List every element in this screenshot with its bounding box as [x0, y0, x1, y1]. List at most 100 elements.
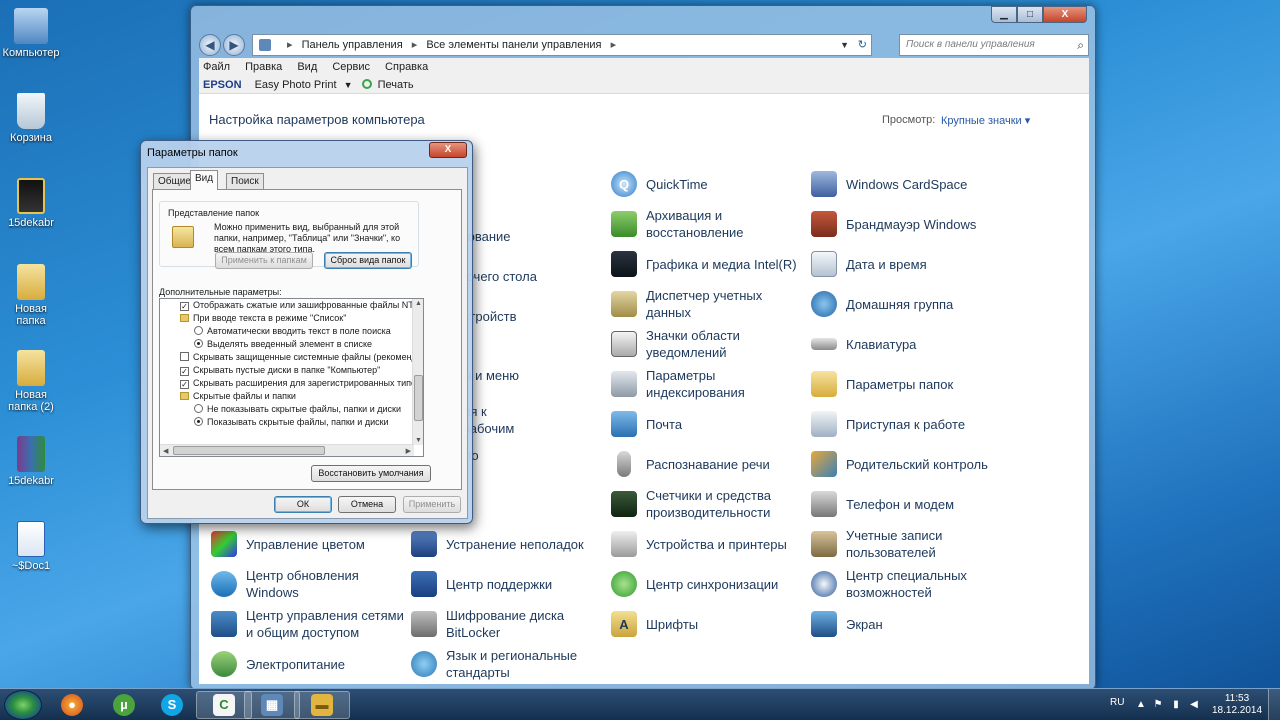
- tree-item[interactable]: ✓ Скрывать расширения для зарегистрирован…: [180, 377, 423, 390]
- cp-item-intel-graphics[interactable]: Графика и медиа Intel(R): [611, 244, 826, 284]
- tree-item[interactable]: ✓ Отображать сжатые или зашифрованные фай…: [180, 299, 423, 312]
- menu-help[interactable]: Справка: [385, 61, 428, 73]
- scroll-up-icon[interactable]: ▲: [415, 300, 422, 307]
- cp-item-mail[interactable]: Почта: [611, 404, 806, 444]
- back-button[interactable]: ◀: [199, 34, 221, 56]
- vertical-scroll-thumb[interactable]: [414, 375, 423, 421]
- cp-item-fonts[interactable]: A Шрифты: [611, 604, 806, 644]
- tray-expand-icon[interactable]: ▲: [1135, 699, 1147, 711]
- volume-icon[interactable]: ◀: [1188, 699, 1200, 711]
- clock[interactable]: 11:53 18.12.2014: [1212, 693, 1262, 717]
- cp-item-troubleshooting[interactable]: Устранение неполадок: [411, 524, 606, 564]
- cp-item-region-language[interactable]: Язык и региональные стандарты: [411, 644, 606, 684]
- desktop-icon-new-folder-2[interactable]: Новая папка (2): [0, 350, 62, 413]
- radio-button-icon[interactable]: [194, 404, 203, 413]
- desktop-icon-word-doc[interactable]: ~$Doc1: [0, 521, 62, 572]
- cp-item-network-center[interactable]: Центр управления сетями и общим доступом: [211, 604, 406, 644]
- network-tray-icon[interactable]: ▮: [1170, 699, 1182, 711]
- horizontal-scroll-thumb[interactable]: [173, 446, 325, 455]
- cp-item-indexing-options[interactable]: Параметры индексирования: [611, 364, 806, 404]
- close-button[interactable]: X: [1043, 6, 1087, 23]
- cp-item-color-management[interactable]: Управление цветом: [211, 524, 406, 564]
- taskbar-control-panel[interactable]: ▦: [244, 691, 300, 719]
- search-input[interactable]: Поиск в панели управления ⌕: [899, 34, 1089, 56]
- apply-to-folders-button[interactable]: Применить к папкам: [215, 252, 313, 269]
- address-dropdown-icon[interactable]: ▼: [840, 35, 849, 55]
- cp-item-quicktime[interactable]: Q QuickTime: [611, 164, 806, 204]
- maximize-button[interactable]: □: [1017, 6, 1043, 23]
- cp-item-parental-controls[interactable]: Родительский контроль: [811, 444, 1006, 484]
- cp-item-homegroup[interactable]: Домашняя группа: [811, 284, 1006, 324]
- taskbar-explorer[interactable]: ▬: [294, 691, 350, 719]
- scroll-down-icon[interactable]: ▼: [415, 437, 422, 444]
- cp-item-devices-printers[interactable]: Устройства и принтеры: [611, 524, 806, 564]
- action-center-flag-icon[interactable]: ⚑: [1152, 699, 1164, 711]
- breadcrumb-all-items[interactable]: Все элементы панели управления: [426, 39, 601, 51]
- breadcrumb-control-panel[interactable]: Панель управления: [302, 39, 403, 51]
- checkbox-unchecked-icon[interactable]: [180, 352, 189, 361]
- cp-item-credential-manager[interactable]: Диспетчер учетных данных: [611, 284, 806, 324]
- tree-item[interactable]: Показывать скрытые файлы, папки и диски: [194, 416, 389, 429]
- easy-photo-print-button[interactable]: Easy Photo Print: [255, 79, 337, 91]
- radio-button-selected-icon[interactable]: [194, 339, 203, 348]
- apply-button[interactable]: Применить: [403, 496, 461, 513]
- scroll-right-icon[interactable]: ▶: [406, 447, 411, 455]
- desktop-icon-new-folder[interactable]: Новая папка: [0, 264, 62, 327]
- cp-item-keyboard[interactable]: Клавиатура: [811, 324, 1006, 364]
- dialog-close-button[interactable]: X: [429, 142, 467, 158]
- cp-item-date-time[interactable]: Дата и время: [811, 244, 1006, 284]
- cp-item-power-options[interactable]: Электропитание: [211, 644, 406, 684]
- cancel-button[interactable]: Отмена: [338, 496, 396, 513]
- desktop-icon-winrar-15dekabr[interactable]: 15dekabr: [0, 436, 62, 487]
- cp-item-notification-icons[interactable]: Значки области уведомлений: [611, 324, 806, 364]
- view-mode-dropdown[interactable]: Крупные значки ▾: [941, 114, 1030, 127]
- menu-edit[interactable]: Правка: [245, 61, 282, 73]
- desktop-icon-computer[interactable]: Компьютер: [0, 8, 62, 59]
- language-indicator[interactable]: RU: [1110, 697, 1124, 708]
- print-button[interactable]: Печать: [378, 79, 414, 91]
- cp-item-action-center[interactable]: Центр поддержки: [411, 564, 606, 604]
- cp-item-performance[interactable]: Счетчики и средства производительности: [611, 484, 806, 524]
- horizontal-scrollbar[interactable]: ◀ ▶: [160, 444, 414, 456]
- tab-view[interactable]: Вид: [190, 170, 219, 190]
- cp-item-ease-of-access[interactable]: Центр специальных возможностей: [811, 564, 1006, 604]
- cp-item-windows-update[interactable]: Центр обновления Windows: [211, 564, 406, 604]
- checkbox-checked-icon[interactable]: ✓: [180, 302, 189, 311]
- desktop-icon-folder-15dekabr[interactable]: 15dekabr: [0, 178, 62, 229]
- cp-item-display[interactable]: Экран: [811, 604, 1006, 644]
- tree-item[interactable]: Не показывать скрытые файлы, папки и дис…: [194, 403, 401, 416]
- minimize-button[interactable]: ▁: [991, 6, 1017, 23]
- search-icon[interactable]: ⌕: [1077, 35, 1084, 55]
- cp-item-folder-options[interactable]: Параметры папок: [811, 364, 1006, 404]
- scroll-left-icon[interactable]: ◀: [163, 447, 168, 455]
- menu-view[interactable]: Вид: [297, 61, 317, 73]
- tab-search[interactable]: Поиск: [226, 173, 264, 189]
- tree-item[interactable]: Выделять введенный элемент в списке: [194, 338, 372, 351]
- tree-item[interactable]: ✓ Скрывать пустые диски в папке "Компьюте…: [180, 364, 380, 377]
- checkbox-checked-icon[interactable]: ✓: [180, 367, 189, 376]
- cp-item-bitlocker[interactable]: Шифрование диска BitLocker: [411, 604, 606, 644]
- cp-item-backup-restore[interactable]: Архивация и восстановление: [611, 204, 806, 244]
- cp-item-sync-center[interactable]: Центр синхронизации: [611, 564, 806, 604]
- cp-item-speech-recognition[interactable]: Распознавание речи: [611, 444, 806, 484]
- tree-item[interactable]: Скрывать защищенные системные файлы (рек…: [180, 351, 423, 364]
- reset-folders-button[interactable]: Сброс вида папок: [324, 252, 412, 269]
- cp-item-windows-cardspace[interactable]: Windows CardSpace: [811, 164, 1006, 204]
- restore-defaults-button[interactable]: Восстановить умолчания: [311, 465, 431, 482]
- cp-item-firewall[interactable]: Брандмауэр Windows: [811, 204, 1006, 244]
- advanced-settings-tree[interactable]: ✓ Отображать сжатые или зашифрованные фай…: [159, 298, 424, 457]
- address-bar[interactable]: ▸ Панель управления ▸ Все элементы панел…: [252, 34, 872, 56]
- forward-button[interactable]: ▶: [223, 34, 245, 56]
- taskbar-skype[interactable]: S: [144, 691, 200, 719]
- refresh-icon[interactable]: ↻: [858, 35, 867, 55]
- menu-tools[interactable]: Сервис: [332, 61, 370, 73]
- tree-item[interactable]: Автоматически вводить текст в поле поиск…: [194, 325, 391, 338]
- taskbar-firefox[interactable]: ●: [44, 691, 100, 719]
- show-desktop-button[interactable]: [1268, 689, 1280, 720]
- cp-item-user-accounts[interactable]: Учетные записи пользователей: [811, 524, 1006, 564]
- cp-item-getting-started[interactable]: Приступая к работе: [811, 404, 1006, 444]
- menu-file[interactable]: Файл: [203, 61, 230, 73]
- desktop-icon-recycle-bin[interactable]: Корзина: [0, 93, 62, 144]
- ok-button[interactable]: ОК: [274, 496, 332, 513]
- cp-item-phone-modem[interactable]: Телефон и модем: [811, 484, 1006, 524]
